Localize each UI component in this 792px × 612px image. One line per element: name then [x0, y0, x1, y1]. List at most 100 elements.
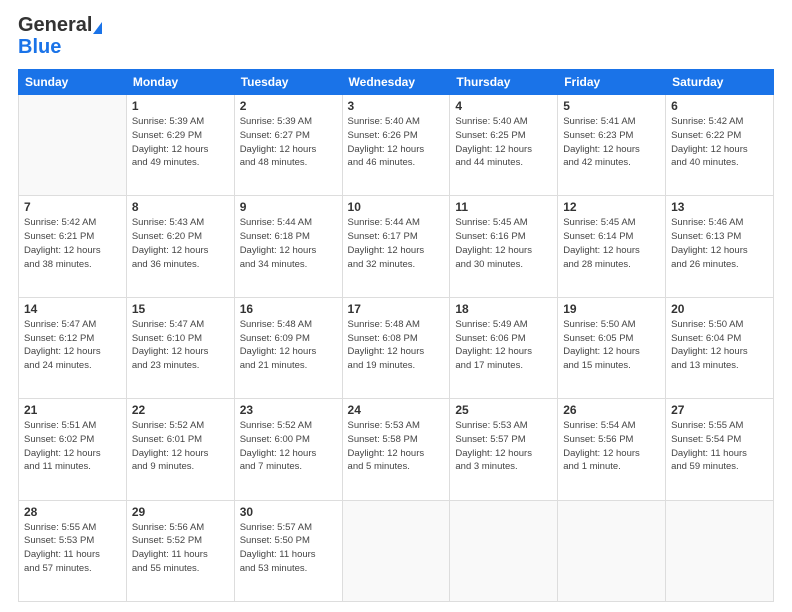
day-info: Sunrise: 5:55 AMSunset: 5:54 PMDaylight:… [671, 419, 768, 474]
day-info: Sunrise: 5:52 AMSunset: 6:00 PMDaylight:… [240, 419, 337, 474]
day-info: Sunrise: 5:52 AMSunset: 6:01 PMDaylight:… [132, 419, 229, 474]
day-number: 21 [24, 403, 121, 417]
day-number: 12 [563, 200, 660, 214]
calendar-cell: 3 Sunrise: 5:40 AMSunset: 6:26 PMDaylight… [342, 95, 450, 196]
day-number: 19 [563, 302, 660, 316]
day-info: Sunrise: 5:47 AMSunset: 6:10 PMDaylight:… [132, 318, 229, 373]
day-info: Sunrise: 5:51 AMSunset: 6:02 PMDaylight:… [24, 419, 121, 474]
day-info: Sunrise: 5:57 AMSunset: 5:50 PMDaylight:… [240, 521, 337, 576]
day-info: Sunrise: 5:39 AMSunset: 6:27 PMDaylight:… [240, 115, 337, 170]
calendar-cell: 11 Sunrise: 5:45 AMSunset: 6:16 PMDayligh… [450, 196, 558, 297]
day-number: 9 [240, 200, 337, 214]
day-number: 8 [132, 200, 229, 214]
day-number: 17 [348, 302, 445, 316]
day-info: Sunrise: 5:41 AMSunset: 6:23 PMDaylight:… [563, 115, 660, 170]
day-number: 29 [132, 505, 229, 519]
calendar-header-tuesday: Tuesday [234, 70, 342, 95]
calendar-cell: 8 Sunrise: 5:43 AMSunset: 6:20 PMDaylight… [126, 196, 234, 297]
calendar-cell: 28 Sunrise: 5:55 AMSunset: 5:53 PMDayligh… [19, 500, 127, 601]
calendar-cell: 30Sunrise: 5:57 AMSunset: 5:50 PMDayligh… [234, 500, 342, 601]
calendar-cell: 26 Sunrise: 5:54 AMSunset: 5:56 PMDayligh… [558, 399, 666, 500]
calendar-week-1: 1 Sunrise: 5:39 AMSunset: 6:29 PMDaylight… [19, 95, 774, 196]
day-info: Sunrise: 5:47 AMSunset: 6:12 PMDaylight:… [24, 318, 121, 373]
calendar-cell: 10Sunrise: 5:44 AMSunset: 6:17 PMDayligh… [342, 196, 450, 297]
calendar-cell: 15 Sunrise: 5:47 AMSunset: 6:10 PMDayligh… [126, 297, 234, 398]
day-info: Sunrise: 5:39 AMSunset: 6:29 PMDaylight:… [132, 115, 229, 170]
logo: General Blue [18, 14, 102, 59]
calendar-week-2: 7Sunrise: 5:42 AMSunset: 6:21 PMDaylight… [19, 196, 774, 297]
day-number: 13 [671, 200, 768, 214]
day-number: 23 [240, 403, 337, 417]
calendar-cell: 23 Sunrise: 5:52 AMSunset: 6:00 PMDayligh… [234, 399, 342, 500]
day-number: 11 [455, 200, 552, 214]
day-info: Sunrise: 5:45 AMSunset: 6:16 PMDaylight:… [455, 216, 552, 271]
day-info: Sunrise: 5:54 AMSunset: 5:56 PMDaylight:… [563, 419, 660, 474]
day-number: 20 [671, 302, 768, 316]
calendar-cell [558, 500, 666, 601]
calendar-header-saturday: Saturday [666, 70, 774, 95]
calendar-cell [19, 95, 127, 196]
calendar-cell: 16 Sunrise: 5:48 AMSunset: 6:09 PMDayligh… [234, 297, 342, 398]
day-info: Sunrise: 5:43 AMSunset: 6:20 PMDaylight:… [132, 216, 229, 271]
calendar-cell [450, 500, 558, 601]
day-number: 27 [671, 403, 768, 417]
calendar-header-friday: Friday [558, 70, 666, 95]
day-number: 5 [563, 99, 660, 113]
day-info: Sunrise: 5:50 AMSunset: 6:04 PMDaylight:… [671, 318, 768, 373]
calendar-cell: 24 Sunrise: 5:53 AMSunset: 5:58 PMDayligh… [342, 399, 450, 500]
calendar-cell: 12Sunrise: 5:45 AMSunset: 6:14 PMDayligh… [558, 196, 666, 297]
day-number: 25 [455, 403, 552, 417]
calendar-cell: 25 Sunrise: 5:53 AMSunset: 5:57 PMDayligh… [450, 399, 558, 500]
day-number: 24 [348, 403, 445, 417]
calendar-table: SundayMondayTuesdayWednesdayThursdayFrid… [18, 69, 774, 602]
day-number: 28 [24, 505, 121, 519]
calendar-cell: 13Sunrise: 5:46 AMSunset: 6:13 PMDayligh… [666, 196, 774, 297]
day-info: Sunrise: 5:44 AMSunset: 6:18 PMDaylight:… [240, 216, 337, 271]
page: General Blue SundayMondayTuesdayWednesda… [0, 0, 792, 612]
day-number: 18 [455, 302, 552, 316]
calendar-cell [342, 500, 450, 601]
day-number: 26 [563, 403, 660, 417]
calendar-cell: 17 Sunrise: 5:48 AMSunset: 6:08 PMDayligh… [342, 297, 450, 398]
calendar-cell: 4Sunrise: 5:40 AMSunset: 6:25 PMDaylight… [450, 95, 558, 196]
day-info: Sunrise: 5:42 AMSunset: 6:21 PMDaylight:… [24, 216, 121, 271]
calendar-week-4: 21 Sunrise: 5:51 AMSunset: 6:02 PMDayligh… [19, 399, 774, 500]
calendar-cell: 20 Sunrise: 5:50 AMSunset: 6:04 PMDayligh… [666, 297, 774, 398]
day-number: 6 [671, 99, 768, 113]
calendar-cell: 6 Sunrise: 5:42 AMSunset: 6:22 PMDaylight… [666, 95, 774, 196]
calendar-header-sunday: Sunday [19, 70, 127, 95]
calendar-cell: 2Sunrise: 5:39 AMSunset: 6:27 PMDaylight… [234, 95, 342, 196]
day-number: 22 [132, 403, 229, 417]
calendar-cell: 19 Sunrise: 5:50 AMSunset: 6:05 PMDayligh… [558, 297, 666, 398]
calendar-header-thursday: Thursday [450, 70, 558, 95]
day-info: Sunrise: 5:53 AMSunset: 5:58 PMDaylight:… [348, 419, 445, 474]
calendar-cell: 29 Sunrise: 5:56 AMSunset: 5:52 PMDayligh… [126, 500, 234, 601]
day-info: Sunrise: 5:44 AMSunset: 6:17 PMDaylight:… [348, 216, 445, 271]
day-info: Sunrise: 5:50 AMSunset: 6:05 PMDaylight:… [563, 318, 660, 373]
day-info: Sunrise: 5:53 AMSunset: 5:57 PMDaylight:… [455, 419, 552, 474]
day-info: Sunrise: 5:55 AMSunset: 5:53 PMDaylight:… [24, 521, 121, 576]
day-info: Sunrise: 5:40 AMSunset: 6:26 PMDaylight:… [348, 115, 445, 170]
calendar-cell: 22 Sunrise: 5:52 AMSunset: 6:01 PMDayligh… [126, 399, 234, 500]
calendar-header-row: SundayMondayTuesdayWednesdayThursdayFrid… [19, 70, 774, 95]
calendar-week-5: 28 Sunrise: 5:55 AMSunset: 5:53 PMDayligh… [19, 500, 774, 601]
day-info: Sunrise: 5:42 AMSunset: 6:22 PMDaylight:… [671, 115, 768, 170]
day-info: Sunrise: 5:40 AMSunset: 6:25 PMDaylight:… [455, 115, 552, 170]
day-info: Sunrise: 5:48 AMSunset: 6:09 PMDaylight:… [240, 318, 337, 373]
calendar-week-3: 14Sunrise: 5:47 AMSunset: 6:12 PMDayligh… [19, 297, 774, 398]
logo-blue: Blue [18, 36, 61, 59]
day-number: 16 [240, 302, 337, 316]
calendar-cell: 21 Sunrise: 5:51 AMSunset: 6:02 PMDayligh… [19, 399, 127, 500]
calendar-cell [666, 500, 774, 601]
calendar-header-wednesday: Wednesday [342, 70, 450, 95]
logo-gen: General [18, 14, 92, 36]
calendar-cell: 9 Sunrise: 5:44 AMSunset: 6:18 PMDaylight… [234, 196, 342, 297]
day-number: 15 [132, 302, 229, 316]
calendar-cell: 18Sunrise: 5:49 AMSunset: 6:06 PMDayligh… [450, 297, 558, 398]
day-info: Sunrise: 5:56 AMSunset: 5:52 PMDaylight:… [132, 521, 229, 576]
calendar-header-monday: Monday [126, 70, 234, 95]
calendar-cell: 1 Sunrise: 5:39 AMSunset: 6:29 PMDaylight… [126, 95, 234, 196]
day-number: 1 [132, 99, 229, 113]
day-number: 3 [348, 99, 445, 113]
day-info: Sunrise: 5:48 AMSunset: 6:08 PMDaylight:… [348, 318, 445, 373]
